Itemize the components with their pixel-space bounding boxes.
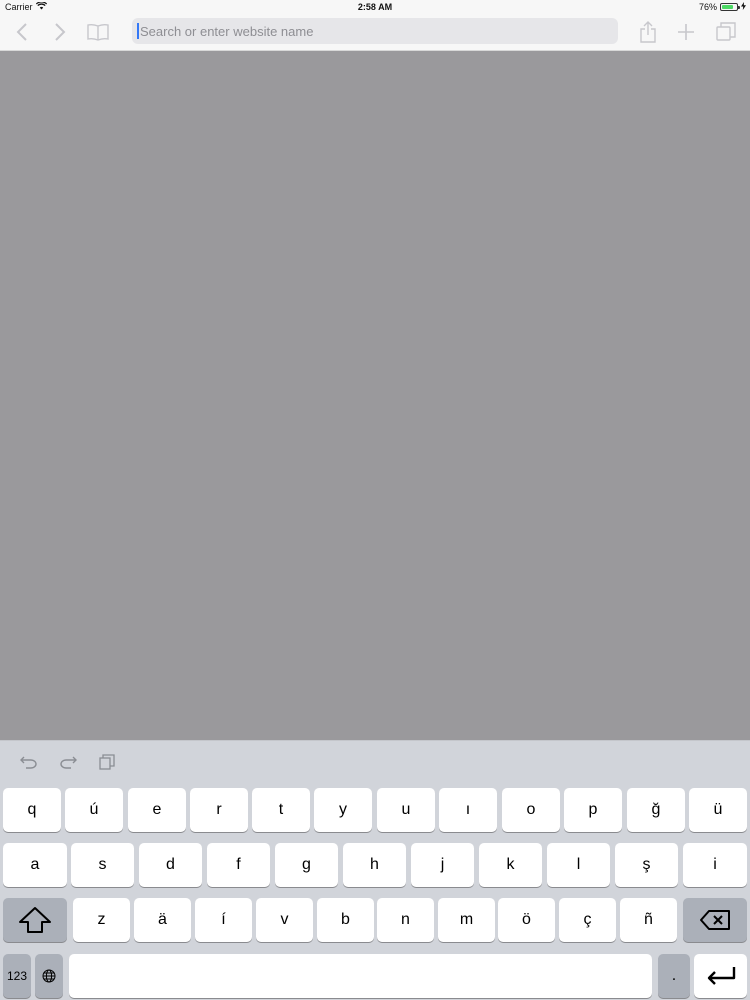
globe-key[interactable] <box>35 954 63 998</box>
key-n-tilde[interactable]: ñ <box>620 898 677 942</box>
browser-toolbar <box>0 14 750 51</box>
key-dotless-i[interactable]: ı <box>439 788 497 832</box>
new-tab-icon[interactable] <box>674 20 698 44</box>
search-input[interactable] <box>140 23 600 39</box>
battery-percentage: 76% <box>698 2 717 12</box>
key-s-cedilla[interactable]: ş <box>615 843 678 887</box>
on-screen-keyboard: q ú e r t y u ı o p ğ ü a s d f g h j k … <box>0 740 750 1000</box>
key-g-breve[interactable]: ğ <box>627 788 685 832</box>
key-z[interactable]: z <box>73 898 130 942</box>
key-l[interactable]: l <box>547 843 610 887</box>
key-h[interactable]: h <box>343 843 406 887</box>
key-a-umlaut[interactable]: ä <box>134 898 191 942</box>
paste-icon[interactable] <box>97 752 117 772</box>
battery-icon <box>720 3 740 11</box>
key-o[interactable]: o <box>502 788 560 832</box>
key-n[interactable]: n <box>377 898 434 942</box>
period-key[interactable]: . <box>658 954 690 998</box>
key-r[interactable]: r <box>190 788 248 832</box>
undo-icon[interactable] <box>19 752 39 772</box>
backspace-icon <box>700 910 730 930</box>
key-a[interactable]: a <box>3 843 67 887</box>
key-o-umlaut[interactable]: ö <box>498 898 555 942</box>
key-m[interactable]: m <box>438 898 495 942</box>
web-content-area[interactable] <box>0 51 750 740</box>
numbers-key[interactable]: 123 <box>3 954 31 998</box>
key-j[interactable]: j <box>411 843 474 887</box>
bookmarks-icon[interactable] <box>86 20 110 44</box>
space-key[interactable] <box>69 954 652 998</box>
delete-key[interactable] <box>683 898 747 942</box>
key-k[interactable]: k <box>479 843 542 887</box>
key-q[interactable]: q <box>3 788 61 832</box>
key-d[interactable]: d <box>139 843 202 887</box>
key-t[interactable]: t <box>252 788 310 832</box>
key-y[interactable]: y <box>314 788 372 832</box>
status-right: 76% <box>699 2 746 12</box>
key-s[interactable]: s <box>71 843 134 887</box>
key-u-acute[interactable]: ú <box>65 788 123 832</box>
shift-key[interactable] <box>3 898 67 942</box>
status-bar: Carrier 2:58 AM 76% <box>0 0 750 14</box>
keyboard-shortcut-bar <box>0 741 750 783</box>
key-f[interactable]: f <box>207 843 270 887</box>
key-u-umlaut[interactable]: ü <box>689 788 747 832</box>
charging-icon <box>741 2 746 12</box>
key-u[interactable]: u <box>377 788 435 832</box>
forward-icon[interactable] <box>48 20 72 44</box>
key-e[interactable]: e <box>128 788 186 832</box>
return-icon <box>707 967 735 985</box>
share-icon[interactable] <box>636 20 660 44</box>
tabs-icon[interactable] <box>714 20 738 44</box>
search-field[interactable] <box>132 18 618 44</box>
key-g[interactable]: g <box>275 843 338 887</box>
key-i[interactable]: i <box>683 843 747 887</box>
key-p[interactable]: p <box>564 788 622 832</box>
key-v[interactable]: v <box>256 898 313 942</box>
key-i-acute[interactable]: í <box>195 898 252 942</box>
key-c-cedilla[interactable]: ç <box>559 898 616 942</box>
back-icon[interactable] <box>10 20 34 44</box>
key-b[interactable]: b <box>317 898 374 942</box>
redo-icon[interactable] <box>58 752 78 772</box>
status-time: 2:58 AM <box>357 2 393 12</box>
return-key[interactable] <box>694 954 747 998</box>
globe-icon <box>42 969 56 983</box>
shift-icon <box>19 907 51 933</box>
text-cursor <box>137 23 139 39</box>
